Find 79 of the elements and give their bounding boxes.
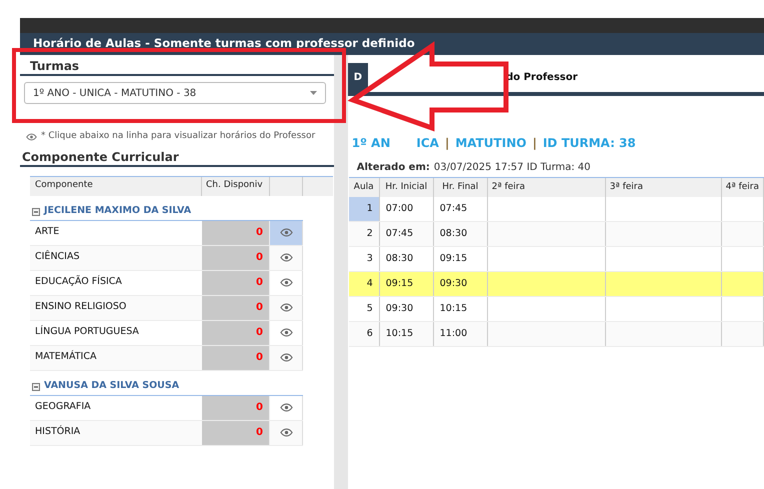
section-heading: Turmas [30, 58, 80, 74]
table-cell[interactable] [270, 220, 303, 244]
table-cell: 0 [202, 246, 270, 270]
separator-text: | [532, 135, 537, 152]
eye-icon[interactable] [280, 328, 292, 337]
page-title: Horário de Aulas - Somente turmas com professor definido [33, 35, 415, 52]
class-dropdown[interactable]: 1º ANO - UNICA - MATUTINO - 38 [24, 82, 326, 104]
altered-value: 03/07/2025 17:57 ID Turma: 40 [434, 161, 591, 175]
eye-icon[interactable] [280, 353, 292, 362]
separator-text: | [444, 135, 450, 152]
table-cell-text: GEOGRAFIA [34, 400, 92, 414]
table-cell: 08:30 [380, 247, 434, 271]
table-row[interactable]: LÍNGUA PORTUGUESA 0 [30, 320, 303, 346]
table-cell: 09:15 [380, 272, 434, 296]
table-cell: 0 [202, 220, 270, 244]
table-cell: 10:15 [434, 297, 488, 321]
table-cell: 0 [202, 270, 270, 294]
altered-label: Alterado em: [356, 161, 430, 175]
table-cell: 08:30 [434, 222, 488, 246]
eye-icon [26, 132, 37, 141]
table-row[interactable]: ENSINO RELIGIOSO 0 [30, 296, 303, 320]
table-cell[interactable]: 3 [348, 247, 380, 271]
table-cell-text: LÍNGUA PORTUGUESA [34, 324, 140, 340]
table-cell: 0 [202, 346, 270, 370]
tab[interactable]: D [348, 63, 368, 92]
class-heading-text: ICA [416, 135, 439, 152]
group-heading: VANUSA DA SILVA SOUSA [44, 381, 180, 390]
caret-icon [310, 91, 317, 95]
table-row[interactable]: 4 09:15 09:30 [348, 272, 764, 297]
collapse-icon[interactable] [32, 382, 40, 390]
table-cell-text: EDUCAÇÃO FÍSICA [34, 274, 123, 290]
table-cell[interactable]: 5 [348, 297, 380, 321]
table-cell: 07:45 [380, 222, 434, 246]
table-cell: 0 [202, 296, 270, 320]
column-header: Ch. Disponiv [202, 176, 270, 196]
section-heading: Componente Curricular [22, 148, 179, 164]
table-row[interactable]: 1 07:00 07:45 [348, 197, 764, 222]
table-cell: 0 [202, 420, 270, 444]
table-cell[interactable]: 2 [348, 222, 380, 246]
table-cell: 0 [202, 320, 270, 344]
table-cell-text: CIÊNCIAS [34, 249, 81, 264]
table-cell[interactable]: 1 [348, 197, 380, 221]
group-heading: JECILENE MAXIMO DA SILVA [44, 206, 192, 216]
table-row[interactable]: 6 10:15 11:00 [348, 322, 764, 347]
eye-icon[interactable] [280, 303, 292, 312]
table-cell-text: ARTE [34, 225, 60, 240]
table-cell-text: MATEMÁTICA [34, 349, 98, 364]
column-header: Componente [30, 176, 202, 196]
table-cell-text: ENSINO RELIGIOSO [34, 300, 128, 314]
table-cell: 09:30 [434, 272, 488, 296]
table-cell: 09:30 [380, 297, 434, 321]
table-cell: 09:15 [434, 247, 488, 271]
table-row[interactable]: GEOGRAFIA 0 [30, 396, 303, 420]
table-row[interactable]: 2 07:45 08:30 [348, 222, 764, 247]
table-cell: 0 [202, 396, 270, 420]
class-heading-text: 1º AN [352, 135, 390, 152]
table-cell: 07:45 [434, 197, 488, 221]
table-cell[interactable]: 6 [348, 322, 380, 346]
table-row[interactable]: 5 09:30 10:15 [348, 297, 764, 322]
table-cell-text: HISTÓRIA [34, 424, 82, 440]
class-heading-text: ID TURMA: 38 [542, 135, 636, 152]
eye-icon[interactable] [280, 428, 292, 437]
hint-text: * Clique abaixo na linha para visualizar horários do Professor [41, 130, 316, 143]
table-cell: 11:00 [434, 322, 488, 346]
table-cell[interactable]: 4 [348, 272, 380, 296]
table-row[interactable]: HISTÓRIA 0 [30, 420, 303, 446]
table-cell: 07:00 [380, 197, 434, 221]
eye-icon[interactable] [280, 403, 292, 412]
table-row[interactable]: MATEMÁTICA 0 [30, 346, 303, 370]
table-row[interactable]: EDUCAÇÃO FÍSICA 0 [30, 270, 303, 296]
table-row[interactable]: 3 08:30 09:15 [348, 247, 764, 272]
table-row[interactable]: CIÊNCIAS 0 [30, 246, 303, 270]
table-row[interactable]: ARTE 0 [30, 220, 303, 246]
class-heading-text: MATUTINO [455, 135, 526, 152]
table-cell: 10:15 [380, 322, 434, 346]
eye-icon[interactable] [280, 228, 292, 237]
eye-icon[interactable] [280, 278, 292, 287]
collapse-icon[interactable] [32, 208, 40, 216]
eye-icon[interactable] [280, 253, 292, 262]
